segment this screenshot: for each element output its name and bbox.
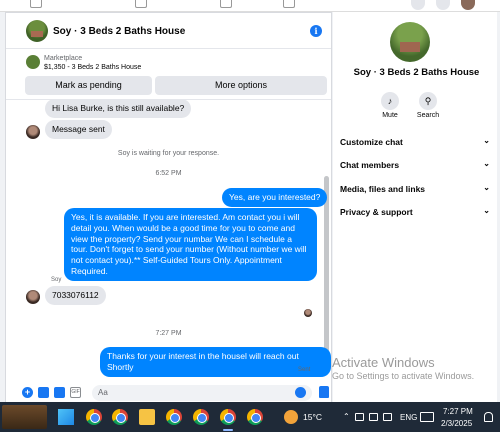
outgoing-message: Yes, are you interested? [222,188,328,207]
chrome-icon[interactable] [166,409,182,425]
volume-icon[interactable] [369,413,378,421]
network-icon[interactable] [355,413,364,421]
mute-button[interactable]: ♪ Mute [370,92,410,119]
marketplace-label: Marketplace [44,55,83,62]
menu-icon[interactable] [411,0,425,10]
listing-thumbnail[interactable] [26,20,48,42]
sent-status: Sent [298,367,311,373]
sticker-icon[interactable] [54,387,65,398]
timestamp: 7:27 PM [155,330,182,337]
home-icon[interactable] [30,0,42,8]
mark-as-pending-button[interactable]: Mark as pending [25,76,152,95]
sender-name: Soy [51,277,62,283]
chevron-down-icon: ⌄ [483,206,490,215]
marketplace-icon[interactable] [220,0,232,8]
info-icon[interactable]: i [310,25,322,37]
search-button[interactable]: ⚲ Search [408,92,448,119]
language-indicator[interactable]: ENG [400,413,417,422]
photo-icon[interactable] [38,387,49,398]
outgoing-message: Thanks for your interest in the housel w… [100,347,331,377]
search-icon: ⚲ [419,92,437,110]
weather-icon[interactable] [284,410,298,424]
pane-title: Soy · 3 Beds 2 Baths House [353,67,480,78]
windows-start-icon[interactable] [58,409,74,425]
privacy-support-row[interactable]: Privacy & support ⌄ [340,206,490,217]
temperature[interactable]: 15°C [303,412,322,422]
chat-header: Soy · 3 Beds 2 Baths House i [6,13,331,49]
like-icon[interactable] [319,386,329,398]
plus-icon[interactable]: + [22,387,33,398]
more-options-button[interactable]: More options [155,76,327,95]
notification-bell-icon[interactable] [484,412,493,422]
listing-price-title[interactable]: $1,350 - 3 Beds 2 Baths House [44,64,141,71]
messenger-icon[interactable] [436,0,450,10]
video-icon[interactable] [135,0,147,8]
incoming-message: 7033076112 [45,286,106,305]
waiting-status: Soy is waiting for your response. [117,150,220,157]
chat-title[interactable]: Soy · 3 Beds 2 Baths House [53,26,185,37]
top-navigation-bar [0,0,500,12]
read-receipt-avatar [304,309,312,317]
chevron-up-icon[interactable]: ⌃ [343,412,350,421]
chevron-down-icon: ⌄ [483,136,490,145]
message-composer: + GIF Aa [6,383,331,403]
chrome-icon[interactable] [112,409,128,425]
activate-windows-watermark: Activate Windows Go to Settings to activ… [332,355,475,381]
emoji-icon[interactable] [295,387,306,398]
chevron-down-icon: ⌄ [483,159,490,168]
chat-window: Soy · 3 Beds 2 Baths House i Marketplace… [5,12,332,403]
listing-small-thumbnail[interactable] [26,55,40,69]
search-label: Search [416,112,440,119]
clock-date[interactable]: 2/3/2025 [441,419,472,428]
media-files-links-row[interactable]: Media, files and links ⌄ [340,183,490,194]
mute-label: Mute [382,112,398,119]
groups-icon[interactable] [283,0,295,8]
chrome-icon[interactable] [220,409,236,425]
profile-avatar[interactable] [461,0,475,10]
windows-taskbar: 15°C ⌃ ENG 7:27 PM 2/3/2025 [0,402,500,432]
incoming-message: Message sent [45,120,112,139]
conversation-info-pane: Soy · 3 Beds 2 Baths House ♪ Mute ⚲ Sear… [333,12,500,402]
chrome-icon[interactable] [247,409,263,425]
customize-chat-row[interactable]: Customize chat ⌄ [340,136,490,147]
file-explorer-icon[interactable] [139,409,155,425]
contact-avatar [26,125,40,139]
chevron-down-icon: ⌄ [483,183,490,192]
contact-avatar [26,290,40,304]
listing-image[interactable] [390,22,430,62]
message-input[interactable]: Aa [92,385,312,401]
chat-members-row[interactable]: Chat members ⌄ [340,159,490,170]
incoming-message: Hi Lisa Burke, is this still available? [45,99,192,118]
outgoing-message: Yes, it is available. If you are interes… [64,208,317,281]
timestamp: 6:52 PM [155,170,182,177]
battery-icon[interactable] [383,413,392,421]
widgets-thumbnail[interactable] [2,405,47,429]
chrome-icon[interactable] [193,409,209,425]
keyboard-icon[interactable] [420,412,434,422]
chrome-icon[interactable] [86,409,102,425]
gif-icon[interactable]: GIF [70,387,81,398]
marketplace-bar: Marketplace $1,350 - 3 Beds 2 Baths Hous… [6,50,331,100]
clock-time[interactable]: 7:27 PM [443,407,473,416]
bell-icon: ♪ [381,92,399,110]
